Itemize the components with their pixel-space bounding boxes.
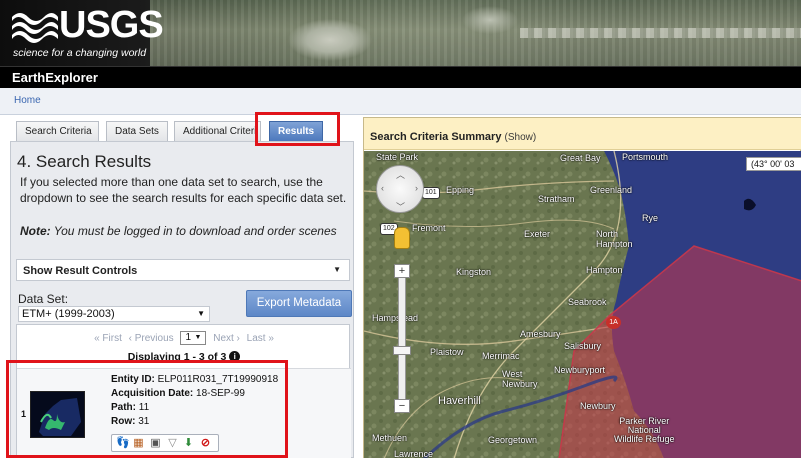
street-view-pegman-icon[interactable] [394,227,410,249]
tab-search-criteria[interactable]: Search Criteria [16,121,99,141]
result-row-highlight [6,360,288,458]
map-label-stratham: Stratham [538,194,575,204]
app-title-bar: EarthExplorer [0,66,801,88]
map-label-west-newbury: West Newbury [502,369,538,389]
pager-first-link[interactable]: « First [94,333,122,344]
summary-title-text: Search Criteria Summary [370,131,502,143]
zoom-out-button[interactable]: − [394,399,410,413]
map-label-portsmouth: Portsmouth [622,152,669,162]
pan-down-icon[interactable]: ﹀ [396,200,405,213]
usgs-tagline: science for a changing world [13,47,147,59]
results-tab-highlight [255,112,340,146]
map-label-rye: Rye [642,213,659,223]
page-select[interactable]: 1 ▼ [180,331,207,345]
map-label-amesbury: Amesbury [520,329,561,339]
usgs-waves-icon [12,13,58,43]
pan-up-icon[interactable]: ︿ [396,168,405,181]
map-label-newburyport: Newburyport [554,365,606,375]
map-label-newbury: Newbury [580,401,616,411]
map-label-exeter: Exeter [524,229,551,239]
route-1a-shield: 1A [606,316,621,329]
zoom-slider-thumb[interactable] [393,346,411,355]
tab-additional-criteria[interactable]: Additional Criteri [174,121,261,141]
data-set-label: Data Set: [18,292,69,306]
map-label-state-park: State Park [376,152,419,162]
satellite-map[interactable]: (43° 00' 03 State Park Great Bay Portsmo… [364,151,801,458]
summary-show-link[interactable]: (Show) [505,132,537,143]
pager-previous-link[interactable]: ‹ Previous [129,333,174,344]
usgs-logo[interactable]: USGS science for a changing world [12,4,164,62]
app-title: EarthExplorer [12,70,98,85]
zoom-in-button[interactable]: + [394,264,410,278]
result-controls-label: Show Result Controls [23,265,138,277]
data-set-select[interactable]: ETM+ (1999-2003) ▼ [18,306,210,322]
pagination: « First ‹ Previous 1 ▼ Next › Last » [17,331,351,345]
pager-last-link[interactable]: Last » [247,333,274,344]
search-criteria-summary-header: Search Criteria Summary (Show) [364,118,801,150]
map-label-merrimac: Merrimac [482,351,520,361]
breadcrumb-home-link[interactable]: Home [14,95,41,106]
data-set-value: ETM+ (1999-2003) [22,308,115,320]
results-note: Note: You must be logged in to download … [20,225,345,238]
map-panel: Search Criteria Summary (Show) (43° 00' … [363,117,801,458]
aerial-mall-strip [520,28,801,38]
map-label-plaistow: Plaistow [430,347,464,357]
results-title: 4. Search Results [17,152,152,171]
dropdown-arrow-icon: ▼ [194,334,202,341]
map-label-parker-river: Parker River National Wildlife Refuge [614,416,675,444]
pan-right-icon[interactable]: › [415,183,418,193]
map-label-fremont: Fremont [412,223,446,233]
map-label-seabrook: Seabrook [568,297,607,307]
dropdown-arrow-icon: ▼ [197,309,205,318]
usgs-logo-text: USGS [59,4,164,46]
search-criteria-summary-title: Search Criteria Summary (Show) [370,131,536,143]
map-label-haverhill: Haverhill [438,395,481,407]
note-label: Note: [20,224,51,238]
results-description: If you selected more than one data set t… [20,175,347,205]
map-pan-control[interactable]: ︿ ﹀ ‹ › [376,165,424,213]
page-select-value: 1 [185,332,191,343]
map-label-georgetown: Georgetown [488,435,538,445]
coordinate-readout: (43° 00' 03 [746,157,801,171]
map-label-lawrence: Lawrence [394,449,434,458]
zoom-slider-track[interactable] [398,266,406,411]
breadcrumb: Home [0,88,801,115]
map-label-great-bay: Great Bay [560,153,601,163]
export-metadata-button[interactable]: Export Metadata [246,290,352,317]
dropdown-arrow-icon: ▼ [333,265,341,274]
usgs-banner: USGS science for a changing world [0,0,801,66]
route-101-shield: 101 [422,187,440,199]
map-label-hampton: Hampton [586,265,623,275]
map-label-methuen: Methuen [372,433,408,443]
map-label-epping: Epping [446,185,475,195]
map-label-north-hampton: North Hampton [596,229,633,249]
map-label-salisbury: Salisbury [564,341,602,351]
pager-next-link[interactable]: Next › [213,333,240,344]
map-label-greenland: Greenland [590,185,633,195]
show-result-controls-toggle[interactable]: Show Result Controls ▼ [16,259,350,281]
note-text: You must be logged in to download and or… [50,224,337,238]
tab-data-sets[interactable]: Data Sets [106,121,168,141]
map-label-hampstead: Hampstead [372,313,419,323]
map-label-kingston: Kingston [456,267,492,277]
pan-left-icon[interactable]: ‹ [381,183,384,193]
